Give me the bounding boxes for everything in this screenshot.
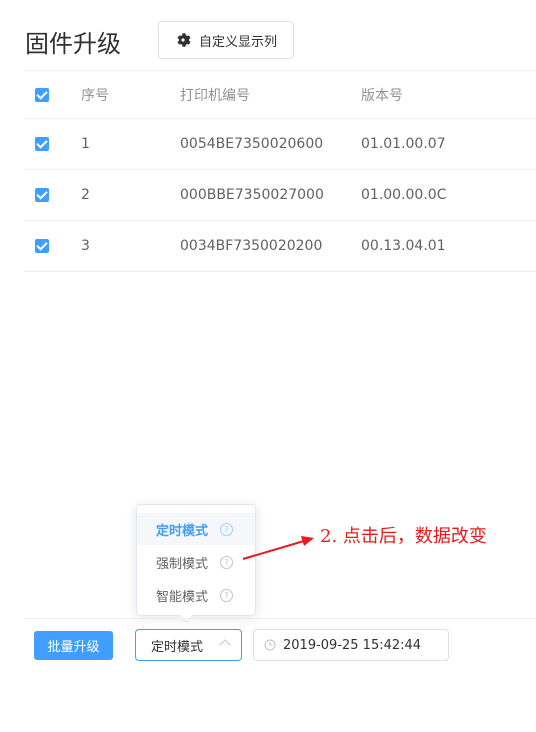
mode-select-value: 定时模式: [151, 639, 204, 655]
chevron-up-icon: [219, 639, 231, 651]
datetime-input[interactable]: 2019-09-25 15:42:44: [253, 629, 449, 661]
datetime-value: 2019-09-25 15:42:44: [283, 637, 422, 653]
divider: [24, 618, 536, 619]
mode-select[interactable]: 定时模式: [135, 629, 242, 661]
annotation-text: 2. 点击后，数据改变: [320, 526, 487, 547]
clock-icon: [264, 639, 276, 651]
batch-upgrade-button[interactable]: 批量升级: [34, 631, 113, 660]
annotation-arrow-icon: [242, 536, 314, 560]
